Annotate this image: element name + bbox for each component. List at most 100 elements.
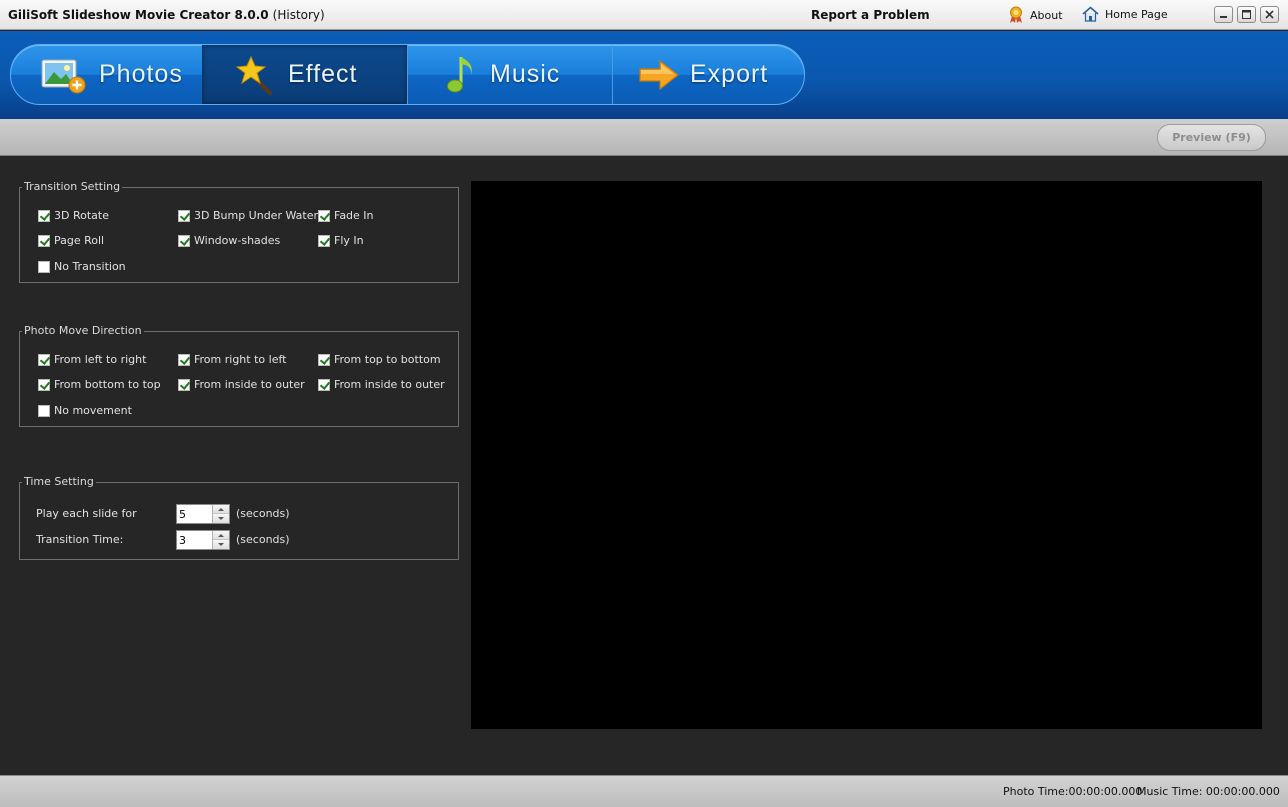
tab-effect-label: Effect [288,60,358,88]
tab-photos[interactable]: Photos [11,45,202,104]
checkbox-label: From bottom to top [54,378,161,391]
down-arrow-icon [218,543,224,546]
preview-canvas [471,181,1262,729]
photo-move-direction-group: Photo Move Direction From left to right … [19,324,459,427]
transition-time-spin-buttons [212,531,229,549]
transition-time-label: Transition Time: [36,533,124,546]
checkbox-left-to-right[interactable]: From left to right [38,353,146,366]
checkbox-box [178,353,190,366]
slide-duration-unit: (seconds) [236,507,290,520]
checkbox-right-to-left[interactable]: From right to left [178,353,286,366]
slide-duration-down-button[interactable] [213,514,229,523]
checkbox-box [38,234,50,247]
main-nav: Photos Effect Music Export [0,31,1288,119]
checkbox-box [38,353,50,366]
transition-setting-legend: Transition Setting [22,180,123,193]
maximize-icon [1242,10,1251,19]
checkbox-window-shades[interactable]: Window-shades [178,234,280,247]
slide-duration-up-button[interactable] [213,505,229,514]
tab-export-label: Export [690,60,769,88]
minimize-button[interactable] [1214,6,1233,23]
checkbox-box [178,209,190,222]
checkbox-label: Fly In [334,234,364,247]
home-icon [1082,6,1099,22]
tab-photos-label: Photos [99,60,183,88]
checkbox-label: From inside to outer [194,378,305,391]
checkbox-box [38,404,50,417]
checkbox-box [178,378,190,391]
award-icon [1010,6,1022,23]
slide-duration-label: Play each slide for [36,507,137,520]
music-time-readout: Music Time: 00:00:00.000 [1137,785,1280,798]
checkbox-3d-rotate[interactable]: 3D Rotate [38,209,109,222]
transition-time-down-button[interactable] [213,540,229,549]
checkbox-box [38,378,50,391]
slide-duration-stepper [176,504,230,524]
checkbox-inside-to-outer-2[interactable]: From inside to outer [318,378,445,391]
photo-add-icon [41,59,86,94]
checkbox-label: From right to left [194,353,287,366]
preview-button[interactable]: Preview (F9) [1157,124,1266,151]
home-page-link[interactable]: Home Page [1082,6,1168,22]
music-note-icon [447,57,472,93]
checkbox-box [318,209,330,222]
nav-pill: Photos Effect Music Export [10,44,805,105]
magic-star-icon [236,55,272,95]
checkbox-no-movement[interactable]: No movement [38,404,132,417]
transition-time-stepper [176,530,230,550]
toolbar-strip: Preview (F9) [0,119,1288,156]
checkbox-label: From inside to outer [334,378,445,391]
close-button[interactable] [1260,6,1279,23]
checkbox-label: No Transition [54,260,126,273]
photo-time-readout: Photo Time:00:00:00.000 [1003,785,1143,798]
report-problem-link[interactable]: Report a Problem [811,8,930,22]
checkbox-box [38,260,50,273]
app-subtitle: (History) [272,8,325,22]
tab-music[interactable]: Music [408,45,612,104]
slide-duration-input[interactable] [177,505,213,523]
checkbox-box [38,209,50,222]
slide-duration-spin-buttons [212,505,229,523]
checkbox-top-to-bottom[interactable]: From top to bottom [318,353,441,366]
tab-export[interactable]: Export [613,45,804,104]
checkbox-fade-in[interactable]: Fade In [318,209,374,222]
title-bar: GiliSoft Slideshow Movie Creator 8.0.0 (H… [0,0,1288,30]
tab-music-label: Music [490,60,561,88]
checkbox-label: Window-shades [194,234,281,247]
checkbox-inside-to-outer[interactable]: From inside to outer [178,378,305,391]
checkbox-label: No movement [54,404,132,417]
time-setting-legend: Time Setting [22,475,96,488]
app-title-text: GiliSoft Slideshow Movie Creator 8.0.0 [8,8,269,22]
tab-effect[interactable]: Effect [202,45,407,104]
minimize-icon [1220,16,1227,18]
about-link[interactable]: About [1008,6,1063,24]
checkbox-label: From top to bottom [334,353,441,366]
transition-setting-group: Transition Setting 3D Rotate 3D Bump Und… [19,180,459,283]
time-setting-group: Time Setting Play each slide for (second… [19,475,459,560]
checkbox-page-roll[interactable]: Page Roll [38,234,104,247]
transition-time-up-button[interactable] [213,531,229,540]
checkbox-box [318,234,330,247]
checkbox-3d-bump[interactable]: 3D Bump Under Water [178,209,318,222]
app-title: GiliSoft Slideshow Movie Creator 8.0.0 (H… [8,8,325,22]
close-icon [1265,10,1274,19]
down-arrow-icon [218,517,224,520]
up-arrow-icon [218,533,224,537]
transition-time-input[interactable] [177,531,213,549]
checkbox-box [318,378,330,391]
checkbox-label: 3D Bump Under Water [194,209,318,222]
up-arrow-icon [218,507,224,511]
checkbox-label: Fade In [334,209,374,222]
photo-move-direction-legend: Photo Move Direction [22,324,144,337]
checkbox-box [318,353,330,366]
checkbox-bottom-to-top[interactable]: From bottom to top [38,378,161,391]
checkbox-fly-in[interactable]: Fly In [318,234,364,247]
checkbox-label: From left to right [54,353,147,366]
status-bar: Photo Time:00:00:00.000 Music Time: 00:0… [0,775,1288,807]
checkbox-label: Page Roll [54,234,105,247]
transition-time-unit: (seconds) [236,533,290,546]
maximize-button[interactable] [1237,6,1256,23]
checkbox-label: 3D Rotate [54,209,109,222]
home-page-label: Home Page [1105,7,1168,21]
checkbox-no-transition[interactable]: No Transition [38,260,126,273]
